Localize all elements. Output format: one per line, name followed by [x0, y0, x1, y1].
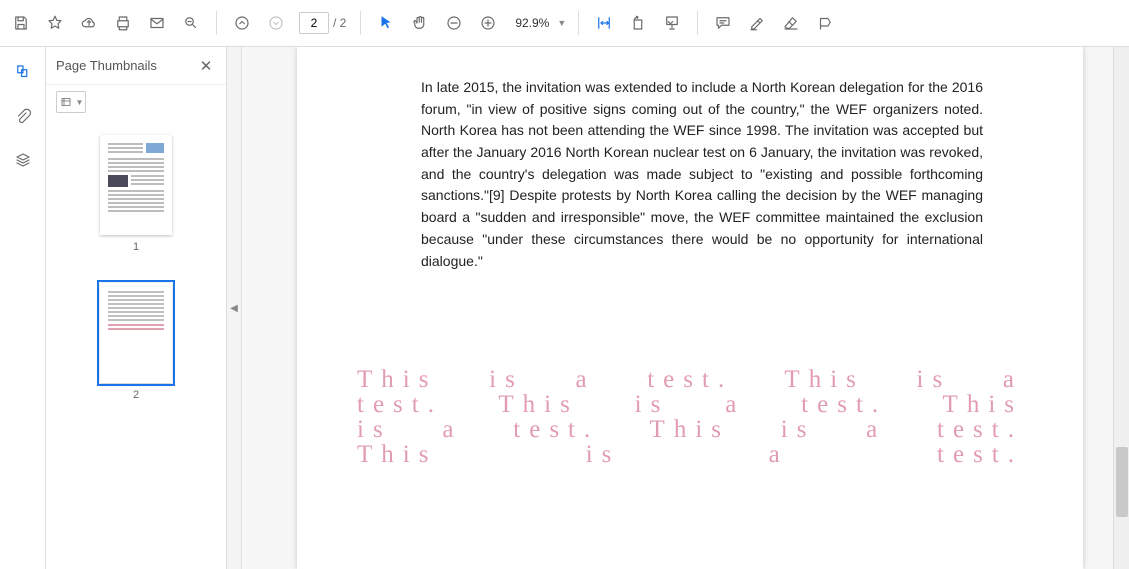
rotate-button[interactable] — [621, 7, 655, 39]
sign-button[interactable] — [808, 7, 842, 39]
page-down-button[interactable] — [259, 7, 293, 39]
thumbnails-tab[interactable] — [8, 57, 38, 87]
watermark-text: This is a test. This is a test. This is … — [357, 367, 1023, 467]
email-button[interactable] — [140, 7, 174, 39]
document-page: In late 2015, the invitation was extende… — [297, 47, 1083, 569]
attachments-tab[interactable] — [8, 101, 38, 131]
close-panel-button[interactable]: ✕ — [196, 56, 216, 76]
zoom-dropdown[interactable]: 92.9% ▼ — [509, 16, 566, 30]
thumbnail-number: 2 — [133, 389, 139, 401]
print-button[interactable] — [106, 7, 140, 39]
save-button[interactable] — [4, 7, 38, 39]
thumbnails-panel: Page Thumbnails ✕ ▼ 1 — [46, 47, 227, 569]
body-text: In late 2015, the invitation was extende… — [421, 77, 983, 272]
thumbnail-page-2[interactable]: 2 — [98, 283, 174, 401]
select-tool-button[interactable] — [369, 7, 403, 39]
panel-options-button[interactable]: ▼ — [56, 91, 86, 113]
comment-button[interactable] — [706, 7, 740, 39]
page-indicator: / 2 — [299, 12, 346, 34]
toolbar-separator — [216, 11, 217, 35]
hand-tool-button[interactable] — [403, 7, 437, 39]
page-number-input[interactable] — [299, 12, 329, 34]
toolbar-separator — [697, 11, 698, 35]
zoom-in-button[interactable] — [471, 7, 505, 39]
thumbnail-page-1[interactable]: 1 — [98, 135, 174, 253]
search-button[interactable] — [174, 7, 208, 39]
collapse-panel-button[interactable]: ◀ — [227, 47, 242, 569]
page-total: / 2 — [333, 16, 346, 30]
toolbar-separator — [578, 11, 579, 35]
vertical-scrollbar[interactable] — [1113, 47, 1129, 569]
eraser-button[interactable] — [774, 7, 808, 39]
document-viewer[interactable]: In late 2015, the invitation was extende… — [242, 47, 1129, 569]
toolbar: / 2 92.9% ▼ — [0, 0, 1129, 47]
fit-width-button[interactable] — [587, 7, 621, 39]
highlight-button[interactable] — [740, 7, 774, 39]
page-up-button[interactable] — [225, 7, 259, 39]
left-rail — [0, 47, 46, 569]
read-mode-button[interactable] — [655, 7, 689, 39]
zoom-out-button[interactable] — [437, 7, 471, 39]
cloud-upload-button[interactable] — [72, 7, 106, 39]
thumbnail-number: 1 — [133, 241, 139, 253]
scrollbar-thumb[interactable] — [1116, 447, 1128, 517]
layers-tab[interactable] — [8, 145, 38, 175]
favorite-button[interactable] — [38, 7, 72, 39]
toolbar-separator — [360, 11, 361, 35]
panel-title: Page Thumbnails — [56, 58, 157, 73]
zoom-value: 92.9% — [509, 16, 549, 30]
chevron-down-icon: ▼ — [557, 18, 566, 28]
